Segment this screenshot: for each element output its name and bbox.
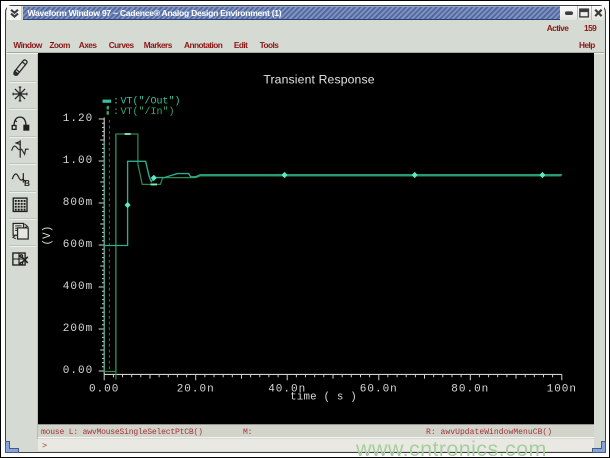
svg-text:1.00: 1.00 (63, 155, 93, 167)
svg-text:B: B (24, 177, 30, 186)
svg-text:800m: 800m (63, 197, 93, 209)
svg-text:time ( s ): time ( s ) (290, 391, 357, 403)
svg-text:80.0n: 80.0n (451, 384, 489, 396)
svg-text:400m: 400m (63, 281, 93, 293)
svg-text:VT("/In"): VT("/In") (121, 106, 175, 118)
svg-text:VT("/Out"): VT("/Out") (121, 96, 181, 108)
svg-text:(V): (V) (42, 225, 54, 245)
svg-text:100n: 100n (547, 384, 577, 396)
svg-text:200m: 200m (63, 323, 93, 335)
svg-text:600m: 600m (63, 239, 93, 251)
svg-text:60.0n: 60.0n (360, 384, 398, 396)
svg-text:20.0n: 20.0n (177, 384, 215, 396)
svg-text:Transient Response: Transient Response (263, 72, 374, 86)
svg-text:0.00: 0.00 (89, 384, 119, 396)
svg-text::: : (113, 107, 119, 118)
svg-text:1.20: 1.20 (63, 113, 93, 125)
svg-text::: : (113, 97, 119, 108)
svg-text:0.00: 0.00 (63, 365, 93, 377)
